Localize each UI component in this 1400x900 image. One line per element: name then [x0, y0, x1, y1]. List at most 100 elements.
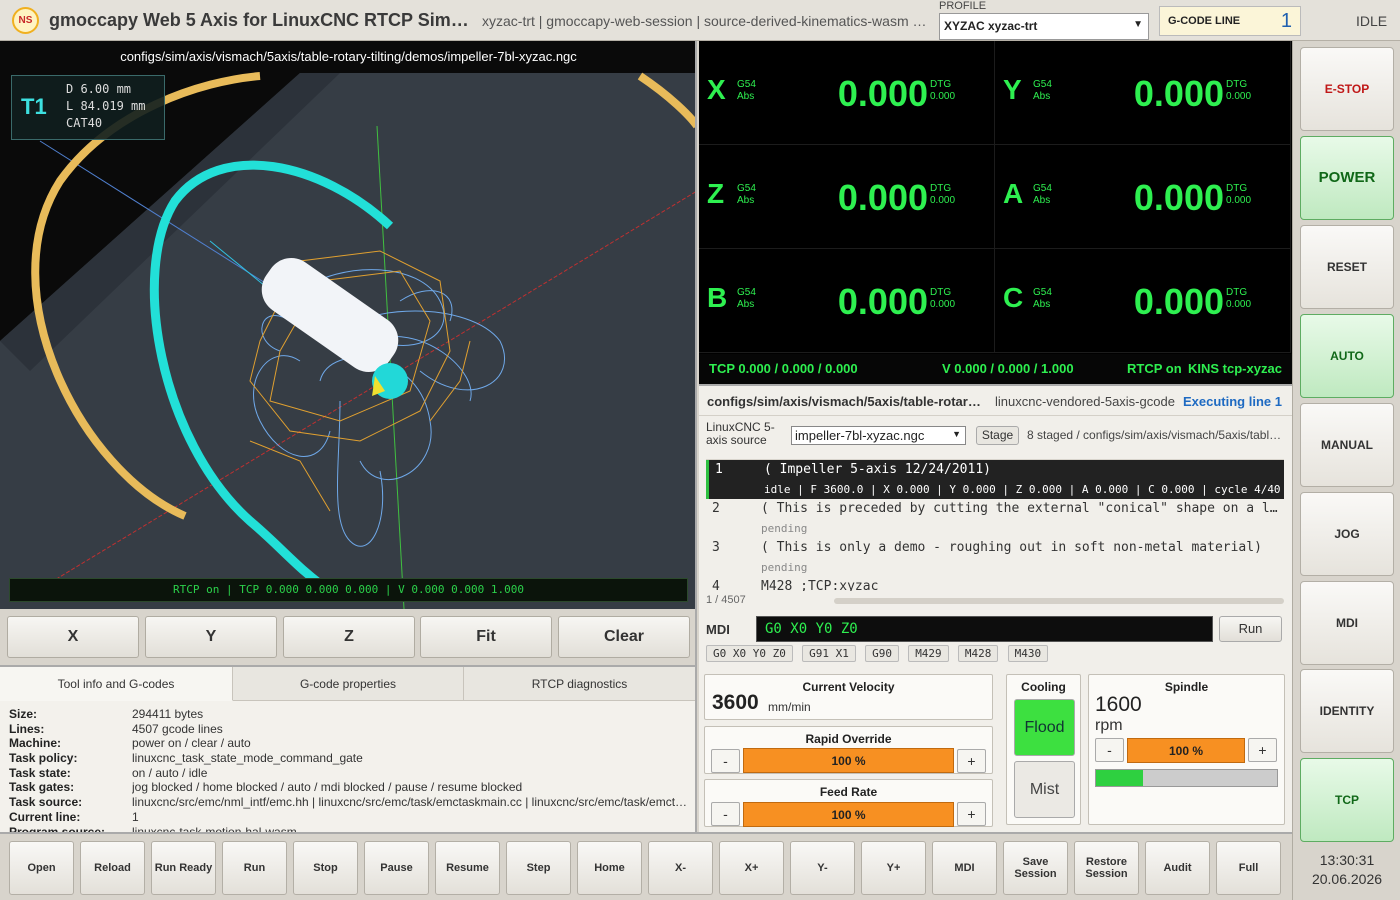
- resume-button[interactable]: Resume: [435, 841, 500, 895]
- jog-y-plus-button[interactable]: Y+: [861, 841, 926, 895]
- clock-date: 20.06.2026: [1311, 871, 1383, 887]
- view-fit-button[interactable]: Fit: [420, 616, 552, 658]
- rapid-override-bar[interactable]: 100 %: [743, 748, 954, 773]
- machine-status: IDLE: [1356, 13, 1388, 29]
- audit-button[interactable]: Audit: [1145, 841, 1210, 895]
- estop-button[interactable]: E-STOP: [1300, 47, 1394, 131]
- run-button[interactable]: Run: [222, 841, 287, 895]
- feed-rate-bar[interactable]: 100 %: [743, 802, 954, 827]
- dro-axis-letter: A: [1003, 178, 1024, 209]
- flood-button[interactable]: Flood: [1014, 699, 1075, 756]
- spindle-title: Spindle: [1164, 680, 1209, 694]
- dro-kins-status: KINS tcp-xyzac: [1188, 361, 1282, 376]
- tab-gcode-properties[interactable]: G-code properties: [233, 667, 464, 701]
- jog-x-plus-button[interactable]: X+: [719, 841, 784, 895]
- mdi-history-chip[interactable]: M429: [908, 645, 949, 662]
- rapid-increase-button[interactable]: +: [957, 749, 986, 773]
- source-select[interactable]: impeller-7bl-xyzac.ngc ▼: [791, 426, 966, 445]
- property-key: Task source:: [9, 795, 83, 810]
- run-ready-button[interactable]: Run Ready: [151, 841, 216, 895]
- mdi-mode-button[interactable]: MDI: [1300, 581, 1394, 665]
- gcode-listing[interactable]: 1 ( Impeller 5-axis 12/24/2011) idle | F…: [706, 459, 1284, 591]
- power-button[interactable]: POWER: [1300, 136, 1394, 220]
- tab-rtcp-diagnostics[interactable]: RTCP diagnostics: [464, 667, 695, 701]
- mdi-history: G0 X0 Y0 Z0 G91 X1 G90 M429 M428 M430: [706, 645, 1050, 663]
- chevron-down-icon: ▼: [952, 429, 961, 439]
- rapid-decrease-button[interactable]: -: [711, 749, 740, 773]
- spindle-load-bar: [1095, 769, 1278, 787]
- mdi-action-button[interactable]: MDI: [932, 841, 997, 895]
- dro-rtcp-status: RTCP on: [1127, 361, 1182, 376]
- property-key: Task state:: [9, 765, 71, 780]
- spindle-decrease-button[interactable]: -: [1095, 738, 1124, 762]
- source-select-value: impeller-7bl-xyzac.ngc: [795, 428, 925, 443]
- mist-button[interactable]: Mist: [1014, 761, 1075, 818]
- gcode-line-row[interactable]: 3 ( This is only a demo - roughing out i…: [706, 538, 1284, 577]
- view-clear-button[interactable]: Clear: [558, 616, 690, 658]
- restore-session-button[interactable]: Restore Session: [1074, 841, 1139, 895]
- jog-mode-button[interactable]: JOG: [1300, 492, 1394, 576]
- mdi-label: MDI: [706, 622, 730, 637]
- mdi-history-chip[interactable]: G0 X0 Y0 Z0: [706, 645, 793, 662]
- overrides-panel: Current Velocity 3600 mm/min Rapid Overr…: [699, 667, 1292, 832]
- reload-button[interactable]: Reload: [80, 841, 145, 895]
- mdi-history-chip[interactable]: M430: [1007, 645, 1049, 662]
- toolpath-viewport[interactable]: configs/sim/axis/vismach/5axis/table-rot…: [0, 41, 697, 609]
- pause-button[interactable]: Pause: [364, 841, 429, 895]
- dro-dtg: DTG 0.000: [930, 79, 956, 102]
- view-x-button[interactable]: X: [7, 616, 139, 658]
- velocity-unit: mm/min: [768, 700, 811, 714]
- auto-mode-button[interactable]: AUTO: [1300, 314, 1394, 398]
- reset-button[interactable]: RESET: [1300, 225, 1394, 309]
- stage-button[interactable]: Stage: [976, 426, 1019, 445]
- dro-axis-x: X G54 Abs 0.000 DTG 0.000: [699, 41, 995, 145]
- feed-decrease-button[interactable]: -: [711, 802, 740, 826]
- gcode-line-row[interactable]: 2 ( This is preceded by cutting the exte…: [706, 499, 1284, 538]
- property-value: on / auto / idle: [132, 765, 208, 780]
- properties-list: Size: 294411 bytes Lines: 4507 gcode lines…: [9, 707, 689, 832]
- tcp-button[interactable]: TCP: [1300, 758, 1394, 842]
- identity-button[interactable]: IDENTITY: [1300, 669, 1394, 753]
- gcode-line-row[interactable]: 4 M428 ;TCP:xyzac: [706, 577, 1284, 591]
- view-z-button[interactable]: Z: [283, 616, 415, 658]
- manual-mode-button[interactable]: MANUAL: [1300, 403, 1394, 487]
- property-value: 4507 gcode lines: [132, 721, 223, 736]
- gcode-line-number: 1: [715, 462, 723, 477]
- full-button[interactable]: Full: [1216, 841, 1281, 895]
- open-button[interactable]: Open: [9, 841, 74, 895]
- mdi-history-chip[interactable]: M428: [957, 645, 999, 662]
- jog-y-minus-button[interactable]: Y-: [790, 841, 855, 895]
- tab-tool-info[interactable]: Tool info and G-codes: [0, 667, 233, 701]
- property-row: Size: 294411 bytes: [9, 707, 689, 722]
- stop-button[interactable]: Stop: [293, 841, 358, 895]
- gcode-line-row[interactable]: 1 ( Impeller 5-axis 12/24/2011) idle | F…: [706, 460, 1284, 499]
- dro-dtg: DTG 0.000: [1226, 287, 1252, 310]
- gcode-line-status: pending: [761, 561, 808, 574]
- spindle-override-bar[interactable]: 100 %: [1127, 738, 1245, 763]
- property-value: jog blocked / home blocked / auto / mdi …: [132, 780, 523, 795]
- tool-length: L 84.019 mm: [66, 99, 146, 113]
- mdi-input[interactable]: G0 X0 Y0 Z0: [756, 616, 1213, 642]
- home-button[interactable]: Home: [577, 841, 642, 895]
- dro-coord-system: G54 Abs: [737, 183, 756, 206]
- mdi-history-chip[interactable]: G90: [865, 645, 899, 662]
- app-header: NS gmoccapy Web 5 Axis for LinuxCNC RTCP…: [0, 0, 1400, 41]
- dro-dtg: DTG 0.000: [930, 287, 956, 310]
- jog-x-minus-button[interactable]: X-: [648, 841, 713, 895]
- gcode-line-number: 2: [712, 501, 720, 516]
- profile-select[interactable]: XYZAC xyzac-trt ▼: [939, 13, 1149, 40]
- save-session-button[interactable]: Save Session: [1003, 841, 1068, 895]
- step-button[interactable]: Step: [506, 841, 571, 895]
- property-key: Size:: [9, 707, 38, 721]
- spindle-increase-button[interactable]: +: [1248, 738, 1277, 762]
- cooling-title: Cooling: [1021, 680, 1066, 694]
- mdi-run-button[interactable]: Run: [1219, 616, 1282, 642]
- gcode-line-number: 4: [712, 579, 720, 591]
- view-y-button[interactable]: Y: [145, 616, 277, 658]
- dro-axis-value: 0.000: [1133, 281, 1224, 322]
- tool-diameter: D 6.00 mm: [66, 82, 132, 96]
- feed-increase-button[interactable]: +: [957, 802, 986, 826]
- property-key: Machine:: [9, 736, 62, 751]
- mdi-history-chip[interactable]: G91 X1: [802, 645, 856, 662]
- gcode-scrollbar[interactable]: [834, 598, 1284, 604]
